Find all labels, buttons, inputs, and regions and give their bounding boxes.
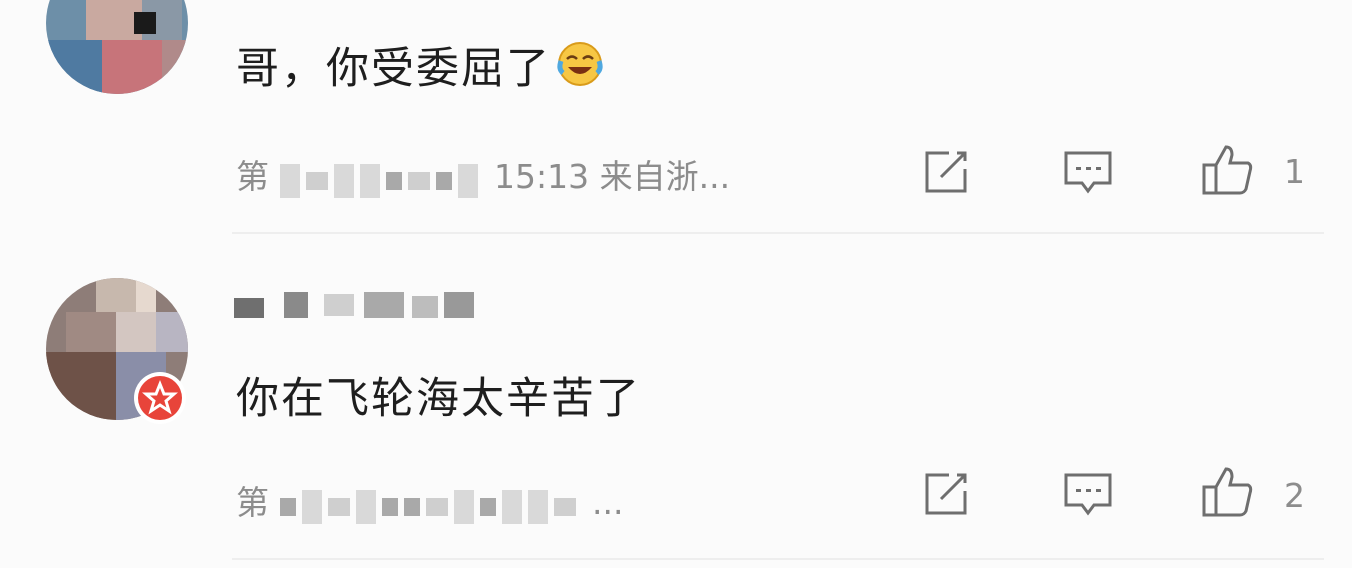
edit-icon xyxy=(925,473,967,515)
like-count: 2 xyxy=(1284,476,1305,515)
thumbs-up-icon xyxy=(1202,467,1253,517)
blurred-info xyxy=(279,159,484,198)
like-button[interactable] xyxy=(1200,142,1256,198)
edit-icon xyxy=(925,151,967,193)
divider xyxy=(232,232,1324,234)
username-blurred[interactable] xyxy=(234,288,494,318)
edit-button[interactable] xyxy=(918,144,974,200)
comment-text: 哥，你受委屈了 xyxy=(236,34,605,100)
divider xyxy=(232,558,1324,560)
reply-button[interactable] xyxy=(1060,144,1116,200)
vip-star-badge-icon xyxy=(134,372,186,424)
comment-item: 你在飞轮海太辛苦了 第 ... 2 xyxy=(0,236,1352,568)
thumbs-up-icon xyxy=(1202,145,1253,195)
comment-meta: 第 ... xyxy=(236,483,624,524)
reply-button[interactable] xyxy=(1060,466,1116,522)
comment-bubble-icon xyxy=(1064,473,1112,516)
like-button[interactable] xyxy=(1200,464,1256,520)
comment-bubble-icon xyxy=(1064,151,1112,194)
comment-item: 哥，你受委屈了 第 15:13 来自浙... 1 xyxy=(0,0,1352,236)
comment-text: 你在飞轮海太辛苦了 xyxy=(236,374,641,424)
avatar[interactable] xyxy=(46,0,188,94)
comment-meta: 第 15:13 来自浙... xyxy=(236,157,731,198)
laughing-tears-icon xyxy=(555,39,605,100)
like-count: 1 xyxy=(1284,152,1305,191)
blurred-info xyxy=(279,485,582,524)
edit-button[interactable] xyxy=(918,466,974,522)
